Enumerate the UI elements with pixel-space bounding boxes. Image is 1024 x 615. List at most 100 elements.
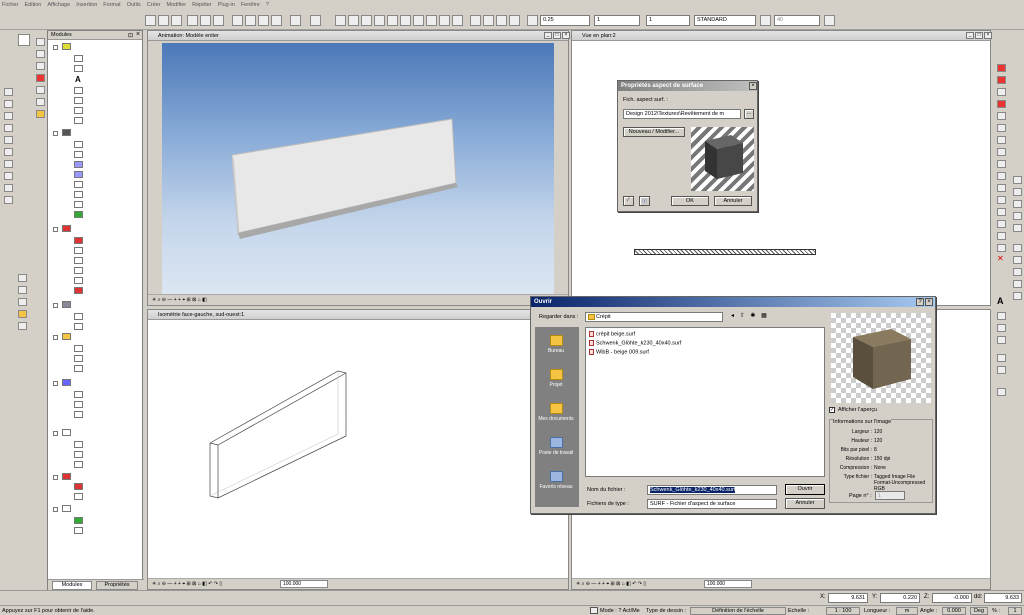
module-icon[interactable] bbox=[74, 461, 83, 468]
tool-icon[interactable] bbox=[997, 312, 1006, 320]
tool-icon[interactable] bbox=[997, 354, 1006, 362]
zoom-field[interactable]: 100.000 bbox=[280, 580, 328, 588]
tool-icon[interactable] bbox=[4, 184, 13, 192]
menu-modifier[interactable]: Modifier bbox=[167, 2, 187, 8]
module-icon[interactable] bbox=[74, 451, 83, 458]
line-weight-select[interactable]: 0.25 bbox=[540, 15, 590, 26]
mode-icon[interactable] bbox=[590, 607, 598, 614]
tool-icon[interactable] bbox=[36, 86, 45, 94]
tree-collapse-icon[interactable] bbox=[53, 507, 58, 512]
save-icon[interactable] bbox=[171, 15, 182, 26]
tree-collapse-icon[interactable] bbox=[53, 381, 58, 386]
tool-icon[interactable] bbox=[36, 62, 45, 70]
tool-icon[interactable] bbox=[4, 172, 13, 180]
animation-nav-bar[interactable]: ✳ ⌕ ⊖ — + + ⌖ ⊞ ⊠ ⌂ ◧ bbox=[148, 294, 568, 305]
module-icon[interactable] bbox=[74, 267, 83, 274]
grid-icon[interactable] bbox=[348, 15, 359, 26]
hide-icon[interactable] bbox=[439, 15, 450, 26]
wall-plan-hatch[interactable] bbox=[634, 249, 816, 255]
preview-icon[interactable] bbox=[200, 15, 211, 26]
module-icon[interactable] bbox=[74, 201, 83, 208]
close-button[interactable]: × bbox=[984, 32, 992, 39]
module-icon[interactable] bbox=[74, 277, 83, 284]
tool-icon[interactable] bbox=[4, 196, 13, 204]
maximize-button[interactable]: □ bbox=[975, 32, 983, 39]
pattern-icon[interactable] bbox=[760, 15, 771, 26]
line-type-select[interactable]: 1 bbox=[594, 15, 640, 26]
help-icon[interactable]: ? bbox=[916, 298, 924, 306]
pin-icon[interactable]: ⊡ bbox=[128, 32, 133, 39]
minimize-button[interactable]: _ bbox=[544, 32, 552, 39]
tool-icon[interactable] bbox=[1013, 292, 1022, 300]
snap-icon[interactable] bbox=[361, 15, 372, 26]
tool-icon[interactable] bbox=[1013, 224, 1022, 232]
wand-icon[interactable] bbox=[824, 15, 835, 26]
close-icon[interactable]: × bbox=[749, 82, 757, 90]
surface-path-select[interactable]: Design 2012\Textures\Revêtement de m bbox=[623, 109, 741, 119]
look-in-select[interactable]: Crépit bbox=[585, 312, 723, 322]
angle-value[interactable]: 0.000 bbox=[942, 607, 966, 615]
tool-icon[interactable] bbox=[997, 172, 1006, 180]
module-icon[interactable] bbox=[74, 441, 83, 448]
module-icon[interactable] bbox=[74, 493, 83, 500]
new-icon[interactable] bbox=[145, 15, 156, 26]
module-group-icon[interactable] bbox=[62, 429, 71, 436]
tool-icon[interactable] bbox=[4, 148, 13, 156]
zoom-field[interactable]: 100.000 bbox=[704, 580, 752, 588]
module-group-icon[interactable] bbox=[62, 473, 71, 480]
tool-icon[interactable] bbox=[1013, 268, 1022, 276]
undo-icon[interactable] bbox=[290, 15, 301, 26]
redo-icon[interactable] bbox=[310, 15, 321, 26]
tool-icon[interactable] bbox=[36, 50, 45, 58]
tree-collapse-icon[interactable] bbox=[53, 45, 58, 50]
sky-viewport[interactable] bbox=[162, 43, 554, 297]
nav-toolbar[interactable]: ◂ ⇧ ✱ ▦ bbox=[731, 312, 769, 319]
z-coordinate[interactable]: -0.000 bbox=[932, 593, 972, 603]
place-network[interactable]: Favoris réseau bbox=[538, 471, 574, 490]
module-group-icon[interactable] bbox=[62, 225, 71, 232]
render-icon[interactable] bbox=[400, 15, 411, 26]
module-icon[interactable] bbox=[74, 483, 83, 490]
module-icon[interactable] bbox=[74, 171, 83, 178]
delete-x-icon[interactable]: ✕ bbox=[997, 254, 1004, 263]
module-icon[interactable] bbox=[74, 181, 83, 188]
module-group-icon[interactable] bbox=[62, 301, 71, 308]
module-icon[interactable] bbox=[74, 323, 83, 330]
delete-icon[interactable] bbox=[258, 15, 269, 26]
tool-icon[interactable] bbox=[4, 136, 13, 144]
paste-icon[interactable] bbox=[245, 15, 256, 26]
file-item[interactable]: Schwenk_Glöhte_k230_40x40.surf bbox=[589, 340, 681, 346]
tree-collapse-icon[interactable] bbox=[53, 303, 58, 308]
arrange-icon[interactable] bbox=[509, 15, 520, 26]
module-icon[interactable] bbox=[74, 247, 83, 254]
filename-input[interactable]: Schwenk_Glöhte_k230_40x40.surf bbox=[647, 485, 777, 495]
tool-icon[interactable] bbox=[1013, 212, 1022, 220]
tool-icon[interactable] bbox=[997, 366, 1006, 374]
module-icon[interactable] bbox=[74, 287, 83, 294]
place-bureau[interactable]: Bureau bbox=[538, 335, 574, 354]
length-unit[interactable]: m bbox=[896, 607, 918, 615]
iso-window[interactable]: Isométrie face-gauche, sud-ouest:1 ✳ ⌕ ⊖… bbox=[147, 309, 569, 590]
camera-icon[interactable] bbox=[426, 15, 437, 26]
tool-icon[interactable] bbox=[1013, 176, 1022, 184]
light-icon[interactable] bbox=[413, 15, 424, 26]
module-icon[interactable] bbox=[74, 87, 83, 94]
scale-value[interactable]: 1 : 100 bbox=[826, 607, 860, 615]
tool-icon[interactable] bbox=[1013, 188, 1022, 196]
minimize-button[interactable]: _ bbox=[966, 32, 974, 39]
preview-checkbox[interactable]: ✓ bbox=[829, 407, 835, 413]
tool-icon[interactable] bbox=[997, 76, 1006, 84]
tab-properties[interactable]: Propriétés bbox=[96, 581, 138, 590]
module-icon[interactable] bbox=[74, 211, 83, 218]
module-icon[interactable] bbox=[74, 345, 83, 352]
module-icon[interactable] bbox=[74, 97, 83, 104]
module-icon[interactable] bbox=[74, 55, 83, 62]
tool-icon[interactable] bbox=[997, 196, 1006, 204]
tool-icon[interactable] bbox=[997, 160, 1006, 168]
module-group-icon[interactable] bbox=[62, 379, 71, 386]
frame-icon[interactable] bbox=[374, 15, 385, 26]
module-icon[interactable] bbox=[74, 527, 83, 534]
file-item[interactable]: crépit beige.surf bbox=[589, 331, 635, 337]
tool-icon[interactable] bbox=[997, 244, 1006, 252]
menu-edition[interactable]: Edition bbox=[25, 2, 42, 8]
